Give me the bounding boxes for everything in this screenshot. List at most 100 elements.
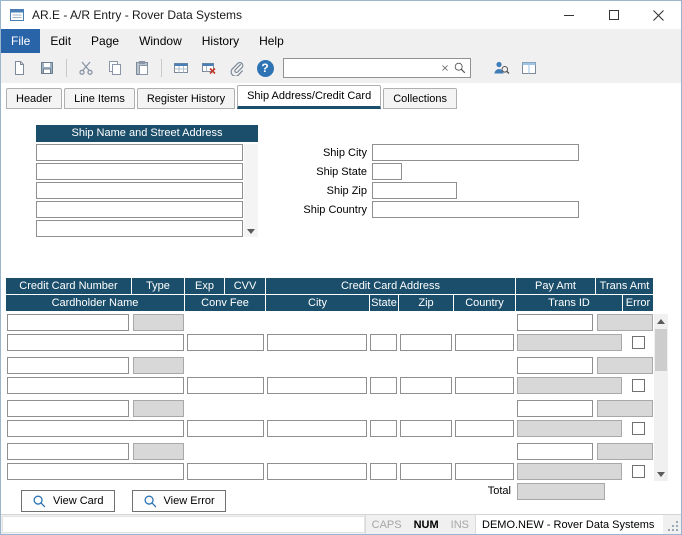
search-clear-icon[interactable] [439,62,451,74]
cut-icon [78,60,94,76]
save-button[interactable] [35,56,59,80]
ship-address-section: Ship Name and Street Address [36,125,258,237]
card-state-input[interactable] [370,377,397,394]
card-country-input[interactable] [455,420,514,437]
caps-indicator: CAPS [365,515,408,534]
tab-line-items[interactable]: Line Items [64,88,135,109]
card-state-input[interactable] [370,420,397,437]
card-zip-input[interactable] [400,334,452,351]
menu-help[interactable]: Help [249,29,294,53]
card-row-line-2 [6,463,653,481]
ship-zip-label: Ship Zip [299,185,367,197]
ship-address-line-input[interactable] [36,220,243,237]
card-number-input[interactable] [7,443,129,460]
window-layout-button[interactable] [517,56,541,80]
card-country-input[interactable] [455,334,514,351]
ship-address-line-input[interactable] [36,201,243,218]
card-grid-row [6,443,653,481]
tab-ship-address-credit-card[interactable]: Ship Address/Credit Card [237,85,381,109]
conv-fee-input[interactable] [187,463,264,480]
error-checkbox[interactable] [632,336,645,349]
error-checkbox[interactable] [632,379,645,392]
error-checkbox[interactable] [632,422,645,435]
grid-close-button[interactable] [197,56,221,80]
trans-amt-field [597,443,653,460]
card-city-input[interactable] [267,334,367,351]
pay-amt-input[interactable] [517,443,593,460]
ship-address-line-input[interactable] [36,182,243,199]
minimize-button[interactable] [546,1,591,29]
conv-fee-input[interactable] [187,420,264,437]
ship-country-input[interactable] [372,201,579,218]
magnifier-icon [143,494,158,509]
cut-button[interactable] [74,56,98,80]
scrollbar-thumb[interactable] [655,329,667,371]
close-button[interactable] [636,1,681,29]
search-magnifier-icon[interactable] [453,61,467,75]
lookup-user-icon [493,60,510,76]
menu-history[interactable]: History [192,29,249,53]
view-error-label: View Error [164,495,215,507]
view-card-button[interactable]: View Card [21,490,115,512]
card-city-input[interactable] [267,420,367,437]
maximize-button[interactable] [591,1,636,29]
tab-header[interactable]: Header [6,88,62,109]
col-type: Type [132,278,185,294]
ship-address-lines [36,144,243,237]
card-number-input[interactable] [7,400,129,417]
menu-window[interactable]: Window [129,29,192,53]
card-number-input[interactable] [7,357,129,374]
magnifier-icon [32,494,47,509]
lookup-user-button[interactable] [489,56,513,80]
card-state-input[interactable] [370,334,397,351]
ship-address-line-input[interactable] [36,144,243,161]
search-input[interactable] [288,60,437,76]
tab-register-history[interactable]: Register History [137,88,235,109]
menu-file[interactable]: File [1,29,40,53]
statusbar: CAPS NUM INS DEMO.NEW - Rover Data Syste… [1,514,681,534]
menu-page[interactable]: Page [81,29,129,53]
copy-button[interactable] [102,56,126,80]
card-state-input[interactable] [370,463,397,480]
card-city-input[interactable] [267,463,367,480]
paste-button[interactable] [130,56,154,80]
ship-address-header: Ship Name and Street Address [36,125,258,142]
menu-edit[interactable]: Edit [40,29,81,53]
cardholder-name-input[interactable] [7,420,184,437]
cardholder-name-input[interactable] [7,377,184,394]
view-error-button[interactable]: View Error [132,490,226,512]
ship-zip-input[interactable] [372,182,457,199]
help-button[interactable] [253,56,277,80]
card-number-input[interactable] [7,314,129,331]
error-checkbox[interactable] [632,465,645,478]
grid-view-button[interactable] [169,56,193,80]
grid-header-row-1: Credit Card Number Type Exp CVV Credit C… [6,278,653,294]
card-zip-input[interactable] [400,420,452,437]
card-city-input[interactable] [267,377,367,394]
card-country-input[interactable] [455,377,514,394]
tab-collections[interactable]: Collections [383,88,457,109]
card-country-input[interactable] [455,463,514,480]
attachment-button[interactable] [225,56,249,80]
pay-amt-input[interactable] [517,314,593,331]
resize-grip[interactable] [663,515,681,534]
scroll-down-button[interactable] [654,467,668,481]
ship-city-input[interactable] [372,144,579,161]
scroll-down-icon[interactable] [247,229,255,234]
scroll-up-button[interactable] [654,314,668,328]
app-window: AR.E - A/R Entry - Rover Data Systems Fi… [0,0,682,535]
new-document-button[interactable] [7,56,31,80]
pay-amt-input[interactable] [517,357,593,374]
ship-address-line-input[interactable] [36,163,243,180]
cardholder-name-input[interactable] [7,463,184,480]
conv-fee-input[interactable] [187,334,264,351]
card-zip-input[interactable] [400,463,452,480]
ship-address-scrollbar[interactable] [244,144,258,237]
ship-state-input[interactable] [372,163,402,180]
conv-fee-input[interactable] [187,377,264,394]
grid-scrollbar[interactable] [654,314,668,481]
cardholder-name-input[interactable] [7,334,184,351]
pay-amt-input[interactable] [517,400,593,417]
window-controls [546,1,681,29]
card-zip-input[interactable] [400,377,452,394]
